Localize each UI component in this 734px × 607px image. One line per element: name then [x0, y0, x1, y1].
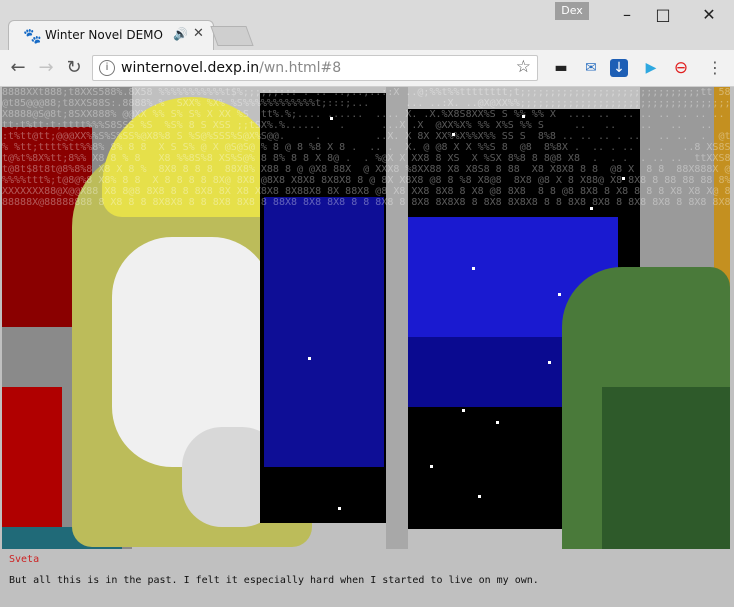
window-close-icon[interactable]: ✕	[694, 7, 724, 26]
browser-toolbar: ← → ↻ i winternovel.dexp.in/wn.html#8 ☆ …	[0, 50, 734, 87]
extension-block-icon[interactable]: ⊖	[670, 57, 692, 79]
extension-mask-icon[interactable]: ▬	[550, 57, 572, 79]
star	[622, 177, 625, 180]
star	[558, 293, 561, 296]
menu-dots-icon[interactable]: ⋮	[704, 57, 726, 79]
back-arrow-icon[interactable]: ←	[6, 56, 30, 80]
maximize-icon[interactable]: □	[648, 7, 678, 26]
star	[548, 361, 551, 364]
extension-download-icon[interactable]: ↓	[610, 59, 628, 77]
extension-play-icon[interactable]: ▶	[640, 57, 662, 79]
star	[462, 409, 465, 412]
ascii-texture-light: 8888XXt888;t8XXS588%.8X58 %%%%%%%%%%%t$%…	[2, 87, 730, 208]
browser-titlebar: 🐾 Winter Novel DEMO 🔊 ✕ Dex – □ ✕	[0, 0, 734, 51]
star	[452, 133, 455, 136]
star	[590, 207, 593, 210]
star	[522, 115, 525, 118]
tab-title: Winter Novel DEMO	[45, 28, 163, 42]
new-tab-button[interactable]	[210, 26, 254, 46]
reload-icon[interactable]: ↻	[62, 56, 86, 80]
tab-favicon-icon: 🐾	[23, 27, 42, 45]
star	[472, 267, 475, 270]
address-bar[interactable]: i winternovel.dexp.in/wn.html#8 ☆	[92, 55, 538, 81]
info-icon[interactable]: i	[99, 60, 115, 76]
extension-mail-icon[interactable]: ✉	[580, 57, 602, 79]
star	[496, 421, 499, 424]
forward-arrow-icon[interactable]: →	[34, 56, 58, 80]
star	[430, 465, 433, 468]
speaker-name: Sveta	[9, 554, 40, 565]
star	[308, 357, 311, 360]
dialog-text: But all this is in the past. I felt it e…	[9, 575, 539, 586]
dialog-box[interactable]: Sveta But all this is in the past. I fel…	[2, 549, 730, 605]
speaker-audio-icon[interactable]: 🔊	[173, 27, 188, 41]
url-text[interactable]: winternovel.dexp.in/wn.html#8	[121, 60, 341, 76]
bookmark-star-icon[interactable]: ☆	[516, 57, 531, 77]
minimize-icon[interactable]: –	[612, 7, 642, 26]
ascii-art-scene[interactable]: 8888XXt888;t8XXS588%.8X58 %%%%%%%%%%%t$%…	[2, 87, 730, 569]
star	[478, 495, 481, 498]
browser-tab[interactable]: 🐾 Winter Novel DEMO 🔊 ✕	[8, 20, 214, 50]
profile-badge[interactable]: Dex	[555, 2, 589, 20]
novel-viewport: 8888XXt888;t8XXS588%.8X58 %%%%%%%%%%%t$%…	[0, 87, 734, 607]
star	[338, 507, 341, 510]
star	[330, 117, 333, 120]
tab-close-icon[interactable]: ✕	[193, 26, 204, 41]
